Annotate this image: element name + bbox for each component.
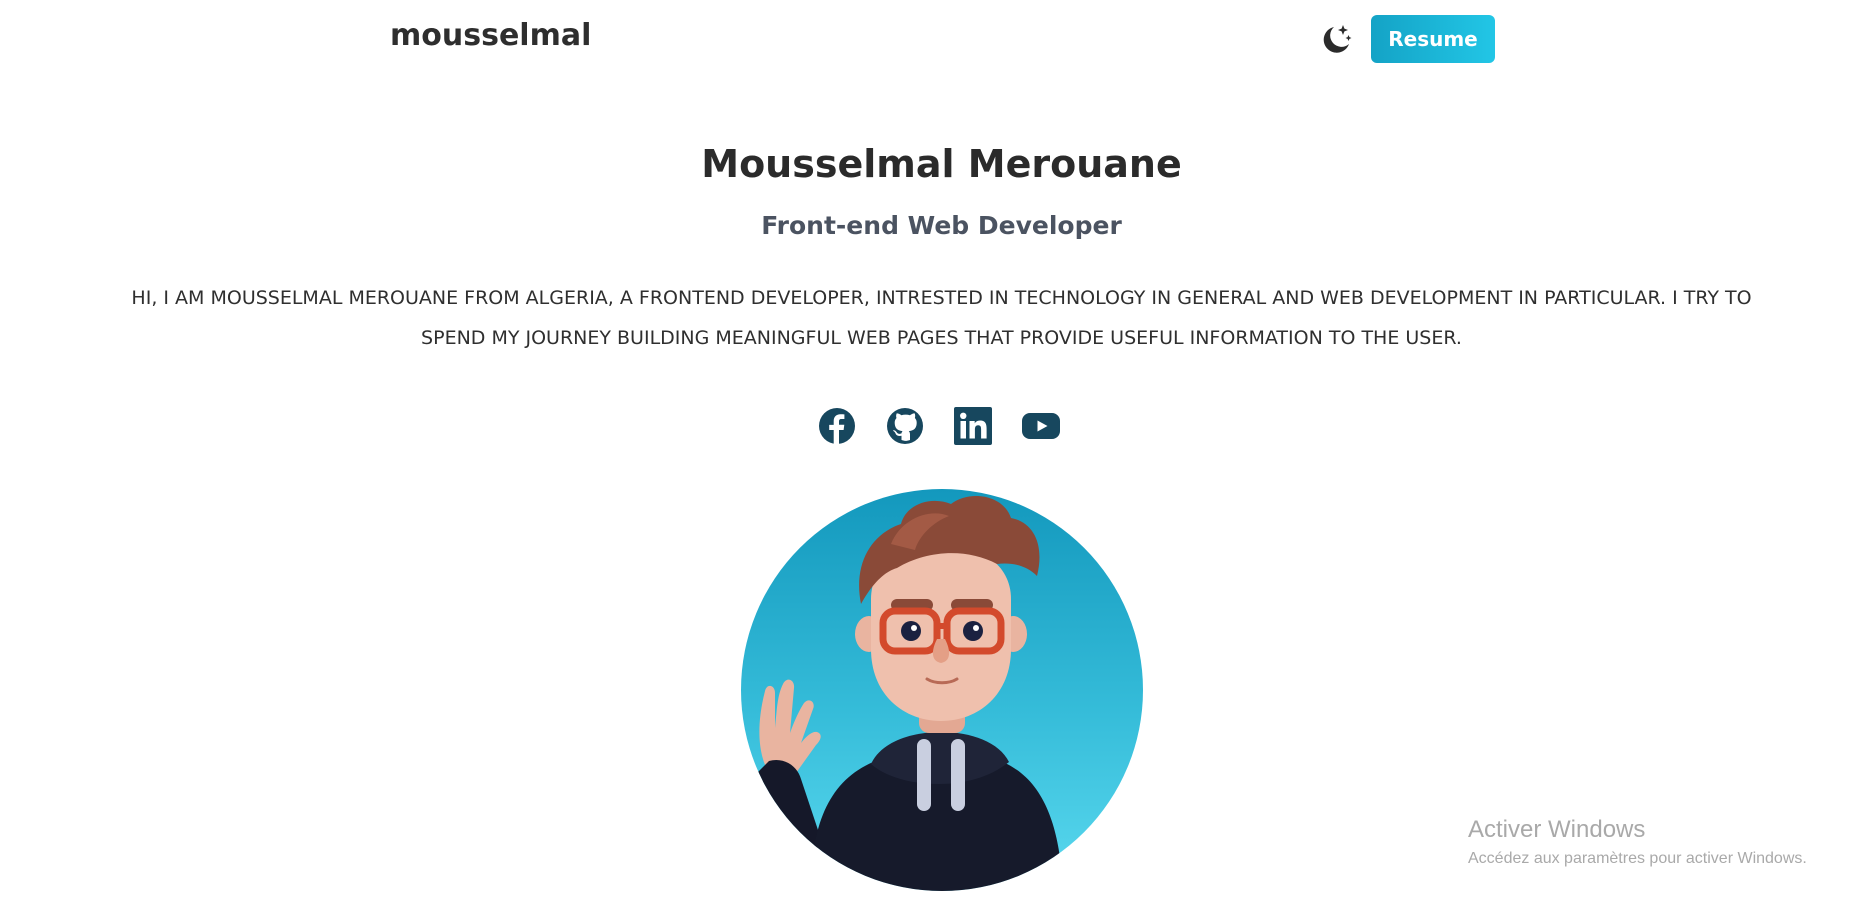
linkedin-link[interactable] — [954, 407, 992, 445]
linkedin-icon — [954, 407, 992, 445]
youtube-link[interactable] — [1022, 407, 1060, 445]
facebook-icon — [819, 408, 855, 444]
hero-name: Mousselmal Merouane — [701, 142, 1182, 186]
youtube-icon — [1022, 413, 1060, 439]
hero-role: Front-end Web Developer — [761, 211, 1122, 240]
moon-stars-icon — [1323, 25, 1352, 53]
resume-button[interactable]: Resume — [1371, 15, 1495, 63]
watermark-subtitle: Accédez aux paramètres pour activer Wind… — [1468, 850, 1807, 867]
avatar-3d-character — [741, 489, 1143, 891]
site-logo[interactable]: mousselmal — [390, 18, 591, 53]
github-link[interactable] — [886, 407, 924, 445]
facebook-link[interactable] — [818, 407, 856, 445]
avatar-illustration — [741, 495, 1063, 891]
portfolio-page: mousselmal Resume Mousselmal Merouane Fr… — [0, 0, 1858, 901]
site-header: mousselmal Resume — [0, 0, 1858, 78]
theme-toggle-button[interactable] — [1318, 22, 1354, 58]
social-links — [818, 405, 1068, 447]
watermark-title: Activer Windows — [1468, 816, 1646, 843]
hero-description: HI, I AM MOUSSELMAL MEROUANE FROM ALGERI… — [131, 287, 1752, 349]
github-icon — [887, 408, 923, 444]
windows-activation-watermark: Activer Windows Accédez aux paramètres p… — [1468, 816, 1807, 868]
